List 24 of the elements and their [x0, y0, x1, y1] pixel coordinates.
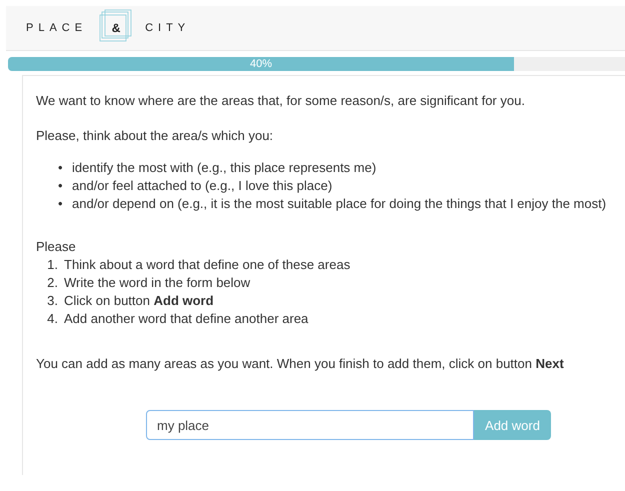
bullet-item: identify the most with (e.g., this place represents me): [72, 159, 376, 177]
steps-heading: Please: [36, 238, 77, 256]
step-number: 1.: [46, 256, 58, 274]
logo-text: CITY: [145, 22, 190, 34]
step-item: Think about a word that define one of these areas: [64, 256, 350, 274]
squares-icon: [99, 9, 134, 43]
progress-fill: 40%: [8, 57, 514, 71]
bullet-marker: •: [58, 159, 64, 177]
step-number: 3.: [46, 292, 58, 310]
step-number: 4.: [46, 310, 58, 328]
step-item: Click on button Add word: [64, 292, 214, 310]
word-input[interactable]: my place: [146, 410, 474, 440]
bullet-marker: •: [58, 195, 64, 213]
intro-text: We want to know where are the areas that, for some reason/s, are significant for you.: [36, 92, 526, 110]
step-item: Add another word that define another area: [64, 310, 308, 328]
prompt-text: Please, think about the area/s which you:: [36, 127, 274, 145]
bullet-marker: •: [58, 177, 64, 195]
logo-ampersand: &: [101, 21, 132, 35]
note-text: You can add as many areas as you want. When you finish to add them, click on button Next: [36, 355, 565, 373]
logo-text: PLACE: [26, 22, 88, 34]
bullet-item: and/or depend on (e.g., it is the most suitable place for doing the things that I enjoy the most): [72, 195, 606, 213]
step-number: 2.: [46, 274, 58, 292]
step-item: Write the word in the form below: [64, 274, 250, 292]
bullet-item: and/or feel attached to (e.g., I love this place): [72, 177, 332, 195]
